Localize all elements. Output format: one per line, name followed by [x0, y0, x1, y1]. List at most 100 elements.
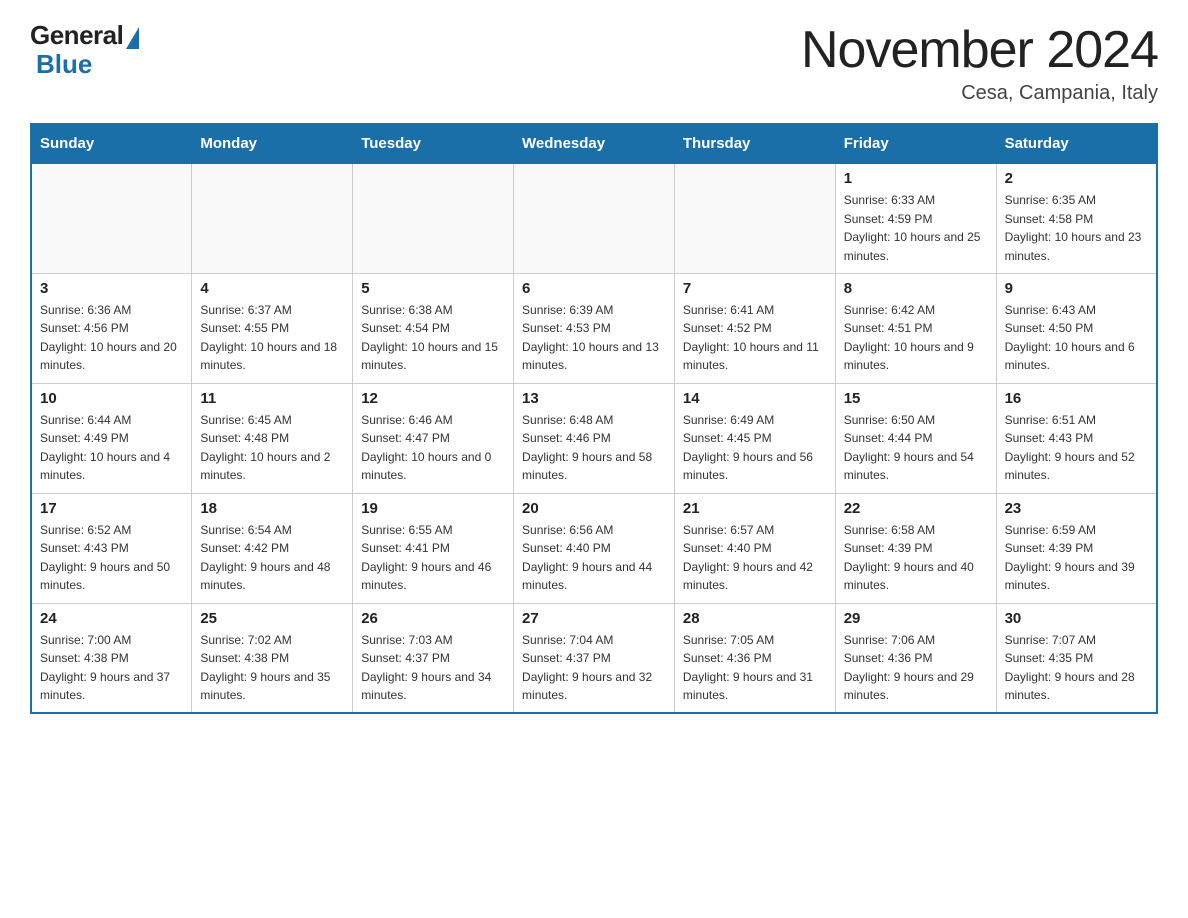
day-info: Sunrise: 7:07 AMSunset: 4:35 PMDaylight:…: [1005, 631, 1148, 705]
calendar-cell: 1 Sunrise: 6:33 AMSunset: 4:59 PMDaylight…: [835, 163, 996, 273]
calendar-cell: 9 Sunrise: 6:43 AMSunset: 4:50 PMDaylight…: [996, 273, 1157, 383]
calendar-cell: 21 Sunrise: 6:57 AMSunset: 4:40 PMDayligh…: [674, 493, 835, 603]
calendar-cell: 26Sunrise: 7:03 AMSunset: 4:37 PMDayligh…: [353, 603, 514, 713]
calendar-cell: 6 Sunrise: 6:39 AMSunset: 4:53 PMDaylight…: [514, 273, 675, 383]
day-info: Sunrise: 6:48 AMSunset: 4:46 PMDaylight:…: [522, 411, 666, 485]
day-number: 5: [361, 280, 505, 297]
day-number: 14: [683, 390, 827, 407]
calendar-week-row: 24Sunrise: 7:00 AMSunset: 4:38 PMDayligh…: [31, 603, 1157, 713]
day-number: 9: [1005, 280, 1148, 297]
day-info: Sunrise: 6:38 AMSunset: 4:54 PMDaylight:…: [361, 301, 505, 375]
day-number: 16: [1005, 390, 1148, 407]
day-info: Sunrise: 6:46 AMSunset: 4:47 PMDaylight:…: [361, 411, 505, 485]
calendar-cell: 22 Sunrise: 6:58 AMSunset: 4:39 PMDayligh…: [835, 493, 996, 603]
day-info: Sunrise: 6:59 AMSunset: 4:39 PMDaylight:…: [1005, 521, 1148, 595]
day-info: Sunrise: 6:41 AMSunset: 4:52 PMDaylight:…: [683, 301, 827, 375]
day-info: Sunrise: 6:44 AMSunset: 4:49 PMDaylight:…: [40, 411, 183, 485]
calendar-cell: [514, 163, 675, 273]
calendar-cell: 12 Sunrise: 6:46 AMSunset: 4:47 PMDayligh…: [353, 383, 514, 493]
calendar-cell: 23Sunrise: 6:59 AMSunset: 4:39 PMDayligh…: [996, 493, 1157, 603]
calendar-cell: [192, 163, 353, 273]
day-number: 12: [361, 390, 505, 407]
calendar-cell: [31, 163, 192, 273]
calendar-table: SundayMondayTuesdayWednesdayThursdayFrid…: [30, 123, 1158, 714]
day-info: Sunrise: 7:05 AMSunset: 4:36 PMDaylight:…: [683, 631, 827, 705]
day-info: Sunrise: 7:02 AMSunset: 4:38 PMDaylight:…: [200, 631, 344, 705]
day-info: Sunrise: 6:52 AMSunset: 4:43 PMDaylight:…: [40, 521, 183, 595]
calendar-cell: [353, 163, 514, 273]
day-info: Sunrise: 6:43 AMSunset: 4:50 PMDaylight:…: [1005, 301, 1148, 375]
day-number: 3: [40, 280, 183, 297]
day-info: Sunrise: 6:56 AMSunset: 4:40 PMDaylight:…: [522, 521, 666, 595]
calendar-week-row: 3Sunrise: 6:36 AMSunset: 4:56 PMDaylight…: [31, 273, 1157, 383]
logo-blue-text: Blue: [36, 49, 92, 80]
day-header-saturday: Saturday: [996, 124, 1157, 163]
day-number: 15: [844, 390, 988, 407]
calendar-cell: 10 Sunrise: 6:44 AMSunset: 4:49 PMDayligh…: [31, 383, 192, 493]
day-info: Sunrise: 7:06 AMSunset: 4:36 PMDaylight:…: [844, 631, 988, 705]
calendar-cell: 28 Sunrise: 7:05 AMSunset: 4:36 PMDayligh…: [674, 603, 835, 713]
day-info: Sunrise: 6:42 AMSunset: 4:51 PMDaylight:…: [844, 301, 988, 375]
day-number: 25: [200, 610, 344, 627]
day-number: 22: [844, 500, 988, 517]
day-number: 11: [200, 390, 344, 407]
day-number: 2: [1005, 170, 1148, 187]
day-info: Sunrise: 6:50 AMSunset: 4:44 PMDaylight:…: [844, 411, 988, 485]
day-info: Sunrise: 6:54 AMSunset: 4:42 PMDaylight:…: [200, 521, 344, 595]
day-info: Sunrise: 7:04 AMSunset: 4:37 PMDaylight:…: [522, 631, 666, 705]
calendar-cell: 25 Sunrise: 7:02 AMSunset: 4:38 PMDayligh…: [192, 603, 353, 713]
day-header-wednesday: Wednesday: [514, 124, 675, 163]
day-info: Sunrise: 6:58 AMSunset: 4:39 PMDaylight:…: [844, 521, 988, 595]
day-number: 18: [200, 500, 344, 517]
day-info: Sunrise: 7:00 AMSunset: 4:38 PMDaylight:…: [40, 631, 183, 705]
calendar-cell: 18 Sunrise: 6:54 AMSunset: 4:42 PMDayligh…: [192, 493, 353, 603]
calendar-cell: 15 Sunrise: 6:50 AMSunset: 4:44 PMDayligh…: [835, 383, 996, 493]
calendar-cell: 11 Sunrise: 6:45 AMSunset: 4:48 PMDayligh…: [192, 383, 353, 493]
calendar-cell: 27 Sunrise: 7:04 AMSunset: 4:37 PMDayligh…: [514, 603, 675, 713]
calendar-cell: [674, 163, 835, 273]
day-number: 19: [361, 500, 505, 517]
day-number: 30: [1005, 610, 1148, 627]
day-info: Sunrise: 6:51 AMSunset: 4:43 PMDaylight:…: [1005, 411, 1148, 485]
calendar-cell: 2 Sunrise: 6:35 AMSunset: 4:58 PMDaylight…: [996, 163, 1157, 273]
month-title: November 2024: [801, 20, 1158, 80]
day-info: Sunrise: 6:33 AMSunset: 4:59 PMDaylight:…: [844, 191, 988, 265]
day-info: Sunrise: 6:49 AMSunset: 4:45 PMDaylight:…: [683, 411, 827, 485]
calendar-cell: 13 Sunrise: 6:48 AMSunset: 4:46 PMDayligh…: [514, 383, 675, 493]
title-area: November 2024 Cesa, Campania, Italy: [801, 20, 1158, 105]
day-header-sunday: Sunday: [31, 124, 192, 163]
location-title: Cesa, Campania, Italy: [801, 82, 1158, 105]
calendar-cell: 3Sunrise: 6:36 AMSunset: 4:56 PMDaylight…: [31, 273, 192, 383]
day-number: 8: [844, 280, 988, 297]
day-info: Sunrise: 6:45 AMSunset: 4:48 PMDaylight:…: [200, 411, 344, 485]
logo-triangle-icon: [126, 27, 139, 49]
day-header-monday: Monday: [192, 124, 353, 163]
calendar-cell: 14 Sunrise: 6:49 AMSunset: 4:45 PMDayligh…: [674, 383, 835, 493]
calendar-cell: 29Sunrise: 7:06 AMSunset: 4:36 PMDayligh…: [835, 603, 996, 713]
calendar-cell: 24Sunrise: 7:00 AMSunset: 4:38 PMDayligh…: [31, 603, 192, 713]
calendar-cell: 19 Sunrise: 6:55 AMSunset: 4:41 PMDayligh…: [353, 493, 514, 603]
calendar-header-row: SundayMondayTuesdayWednesdayThursdayFrid…: [31, 124, 1157, 163]
day-number: 6: [522, 280, 666, 297]
day-info: Sunrise: 6:55 AMSunset: 4:41 PMDaylight:…: [361, 521, 505, 595]
calendar-cell: 7 Sunrise: 6:41 AMSunset: 4:52 PMDaylight…: [674, 273, 835, 383]
day-info: Sunrise: 6:39 AMSunset: 4:53 PMDaylight:…: [522, 301, 666, 375]
day-number: 21: [683, 500, 827, 517]
calendar-cell: 5 Sunrise: 6:38 AMSunset: 4:54 PMDaylight…: [353, 273, 514, 383]
day-number: 28: [683, 610, 827, 627]
day-number: 27: [522, 610, 666, 627]
day-number: 1: [844, 170, 988, 187]
calendar-cell: 16 Sunrise: 6:51 AMSunset: 4:43 PMDayligh…: [996, 383, 1157, 493]
day-info: Sunrise: 6:35 AMSunset: 4:58 PMDaylight:…: [1005, 191, 1148, 265]
day-number: 7: [683, 280, 827, 297]
calendar-week-row: 10 Sunrise: 6:44 AMSunset: 4:49 PMDayligh…: [31, 383, 1157, 493]
day-header-thursday: Thursday: [674, 124, 835, 163]
day-info: Sunrise: 6:57 AMSunset: 4:40 PMDaylight:…: [683, 521, 827, 595]
day-number: 26: [361, 610, 505, 627]
day-header-tuesday: Tuesday: [353, 124, 514, 163]
calendar-cell: 4Sunrise: 6:37 AMSunset: 4:55 PMDaylight…: [192, 273, 353, 383]
day-number: 13: [522, 390, 666, 407]
day-number: 10: [40, 390, 183, 407]
calendar-week-row: 1 Sunrise: 6:33 AMSunset: 4:59 PMDaylight…: [31, 163, 1157, 273]
day-header-friday: Friday: [835, 124, 996, 163]
